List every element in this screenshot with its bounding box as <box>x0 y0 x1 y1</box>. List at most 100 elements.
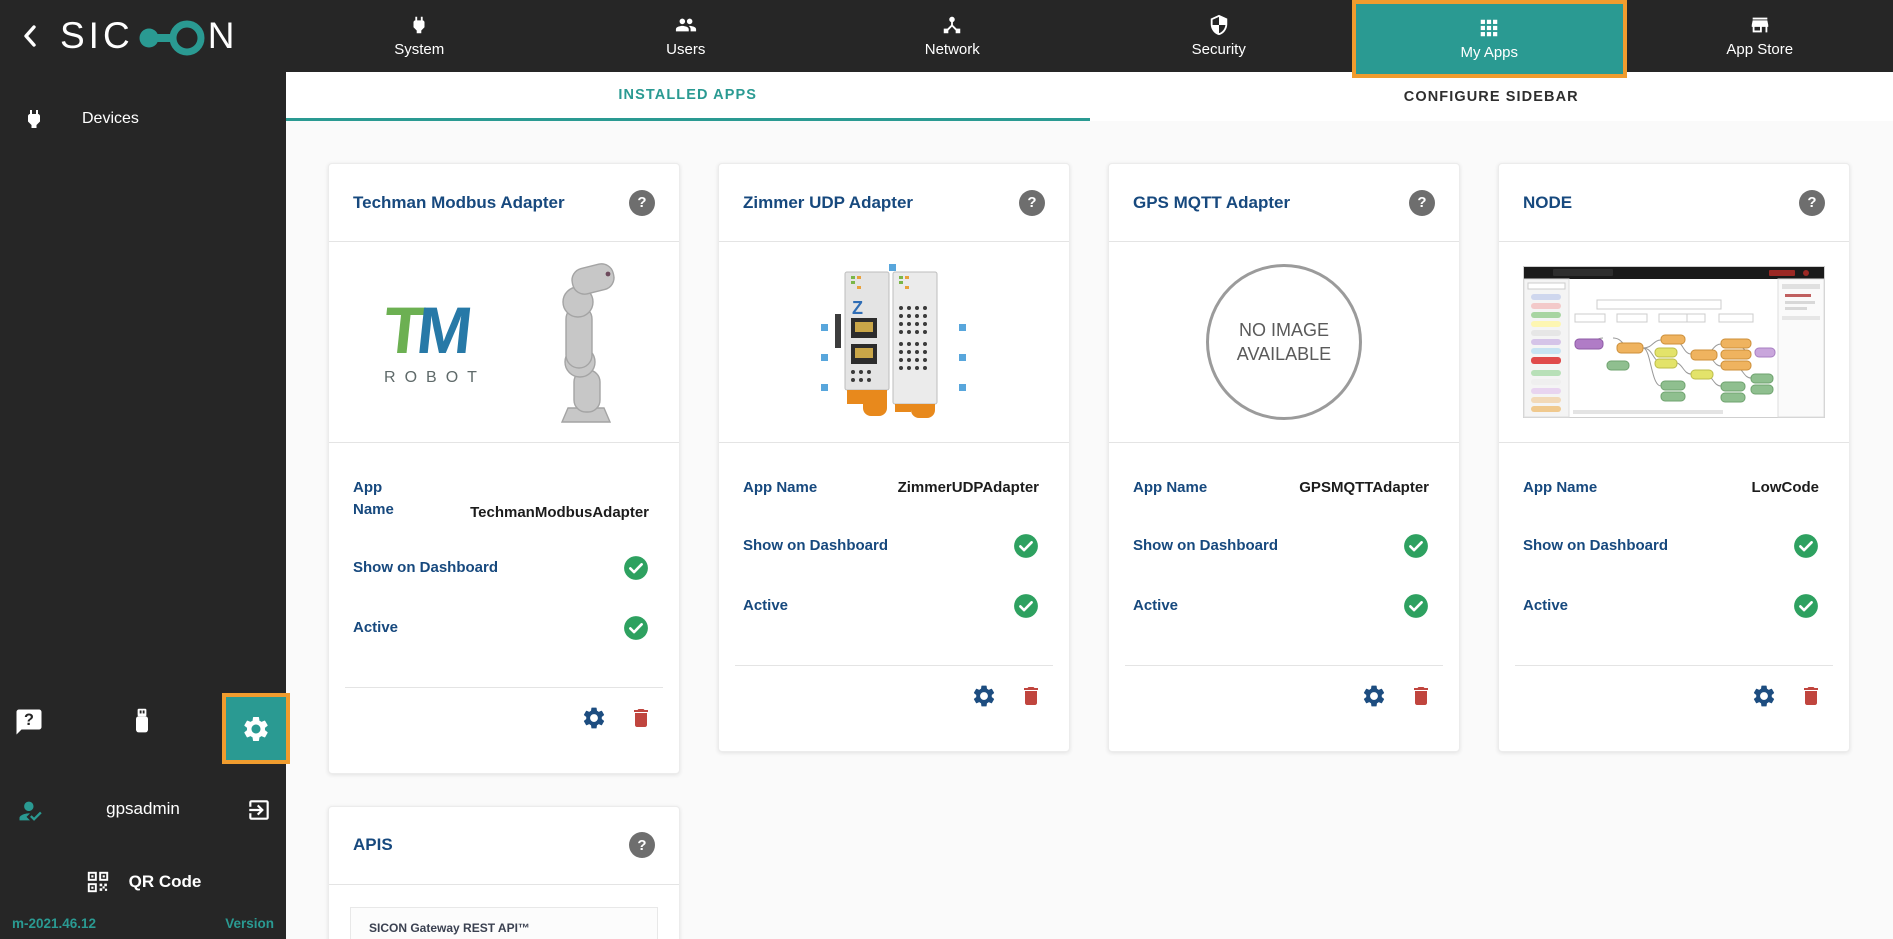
apps-grid-icon <box>1481 19 1498 37</box>
show-on-dashboard-label: Show on Dashboard <box>1523 536 1669 554</box>
nav-label: App Store <box>1726 41 1794 58</box>
usb-device-button[interactable] <box>128 707 156 742</box>
hub-icon <box>944 16 961 34</box>
check-circle-icon <box>1014 533 1038 558</box>
app-image-flow-editor <box>1499 242 1849 442</box>
card-title: NODE <box>1523 192 1573 212</box>
nav-label: My Apps <box>1460 44 1519 61</box>
top-navigation: System Users Network Security My Apps Ap… <box>286 0 1893 78</box>
trash-icon <box>1024 686 1038 705</box>
nav-item-network[interactable]: Network <box>819 0 1086 72</box>
logo-text-left: SIC <box>60 15 134 56</box>
logout-icon <box>249 800 269 820</box>
tab-configure-sidebar[interactable]: CONFIGURE SIDEBAR <box>1090 72 1893 121</box>
nav-label: Network <box>924 41 980 58</box>
help-bubble-icon: ? <box>16 709 42 735</box>
check-circle-icon <box>1014 593 1038 618</box>
gear-icon <box>244 716 268 741</box>
help-icon[interactable]: ? <box>629 189 655 216</box>
sidebar-item-devices[interactable]: Devices <box>0 95 286 143</box>
app-settings-button[interactable] <box>1361 683 1387 709</box>
app-card-apis: APIS ? SICON Gateway REST API™ <box>328 805 680 939</box>
people-icon <box>675 18 696 32</box>
check-circle-icon <box>1794 593 1818 618</box>
app-name-value: LowCode <box>1751 479 1820 497</box>
tab-installed-apps[interactable]: INSTALLED APPS <box>286 72 1090 121</box>
app-name-label: App Name <box>743 479 818 496</box>
plug-icon <box>413 16 425 34</box>
app-delete-button[interactable] <box>1799 684 1823 708</box>
app-delete-button[interactable] <box>1019 684 1043 708</box>
gear-icon <box>1753 685 1775 707</box>
help-icon[interactable]: ? <box>629 832 655 858</box>
gear-icon <box>1363 685 1385 707</box>
logo-link-icon <box>139 20 205 56</box>
sidebar-footer-icons: ? <box>0 693 290 767</box>
app-name-label: App Name <box>1523 479 1598 496</box>
robot-arm-image <box>560 263 615 423</box>
app-name-label: App Name <box>1133 479 1208 496</box>
check-circle-icon <box>624 615 648 640</box>
nav-label: Security <box>1191 41 1246 58</box>
help-icon[interactable]: ? <box>1019 189 1045 216</box>
app-card-gps-mqtt-adapter: GPS MQTT Adapter ? NO IMAGE AVAILABLE Ap… <box>1108 163 1460 752</box>
collapse-sidebar-button[interactable] <box>14 20 46 52</box>
gear-icon <box>583 707 605 728</box>
nav-item-system[interactable]: System <box>286 0 553 72</box>
app-card-node: NODE ? App Name LowCode Show on Dashboar… <box>1498 163 1850 752</box>
nav-item-my-apps[interactable]: My Apps <box>1352 0 1627 78</box>
app-settings-button[interactable] <box>971 683 997 709</box>
api-doc-title: SICON Gateway REST API™ <box>369 920 530 935</box>
version-label: Version <box>225 916 274 931</box>
sidebar: SIC N Devices ? gpsadmin QR Code m-2021.… <box>0 0 290 939</box>
trash-icon <box>634 708 648 727</box>
app-image-api-doc: SICON Gateway REST API™ <box>329 885 679 939</box>
check-circle-icon <box>1794 533 1818 558</box>
version-value: m-2021.46.12 <box>12 916 97 931</box>
apps-tab-bar: INSTALLED APPS CONFIGURE SIDEBAR <box>286 72 1893 121</box>
nav-item-app-store[interactable]: App Store <box>1627 0 1893 72</box>
trash-icon <box>1414 686 1428 705</box>
sidebar-header: SIC N <box>0 0 286 72</box>
qr-code-label: QR Code <box>128 872 202 891</box>
svg-text:?: ? <box>24 711 34 729</box>
user-row: gpsadmin <box>0 787 286 833</box>
storefront-icon <box>1751 17 1768 33</box>
card-title: Zimmer UDP Adapter <box>743 192 914 212</box>
usb-drive-icon <box>136 708 148 733</box>
show-on-dashboard-label: Show on Dashboard <box>353 558 499 576</box>
nav-item-users[interactable]: Users <box>553 0 820 72</box>
nav-label: System <box>394 41 445 58</box>
plug-icon <box>28 110 40 128</box>
app-delete-button[interactable] <box>629 706 653 730</box>
help-icon[interactable]: ? <box>1409 189 1435 216</box>
qr-code-icon <box>87 871 108 893</box>
logo-text-right: N <box>207 15 239 56</box>
app-image-io-module: Z <box>719 242 1069 442</box>
app-delete-button[interactable] <box>1409 684 1433 708</box>
check-circle-icon <box>624 555 648 580</box>
active-label: Active <box>353 618 399 636</box>
card-title: GPS MQTT Adapter <box>1133 192 1291 212</box>
logout-button[interactable] <box>246 797 272 828</box>
username-label: gpsadmin <box>106 799 180 818</box>
sidebar-item-label: Devices <box>82 110 139 127</box>
qr-code-button[interactable]: QR Code <box>0 859 286 905</box>
check-circle-icon <box>1404 593 1428 618</box>
app-card-techman-modbus-adapter: Techman Modbus Adapter ? TM ROBOT App Na… <box>328 163 680 774</box>
help-icon[interactable]: ? <box>1799 189 1825 216</box>
help-button[interactable]: ? <box>14 707 44 742</box>
app-name-value: ZimmerUDPAdapter <box>897 479 1039 497</box>
check-circle-icon <box>1404 533 1428 558</box>
active-label: Active <box>1133 596 1179 614</box>
app-settings-button[interactable] <box>581 705 607 731</box>
sicon-logo: SIC N <box>60 8 238 64</box>
sidebar-settings-button[interactable] <box>222 693 290 764</box>
app-settings-button[interactable] <box>1751 683 1777 709</box>
app-name-value: GPSMQTTAdapter <box>1299 479 1429 497</box>
tm-letter-m: M <box>413 293 470 367</box>
trash-icon <box>1804 686 1818 705</box>
nav-item-security[interactable]: Security <box>1086 0 1353 72</box>
show-on-dashboard-label: Show on Dashboard <box>743 536 889 554</box>
app-card-zimmer-udp-adapter: Zimmer UDP Adapter ? Z App Name ZimmerUD… <box>718 163 1070 752</box>
